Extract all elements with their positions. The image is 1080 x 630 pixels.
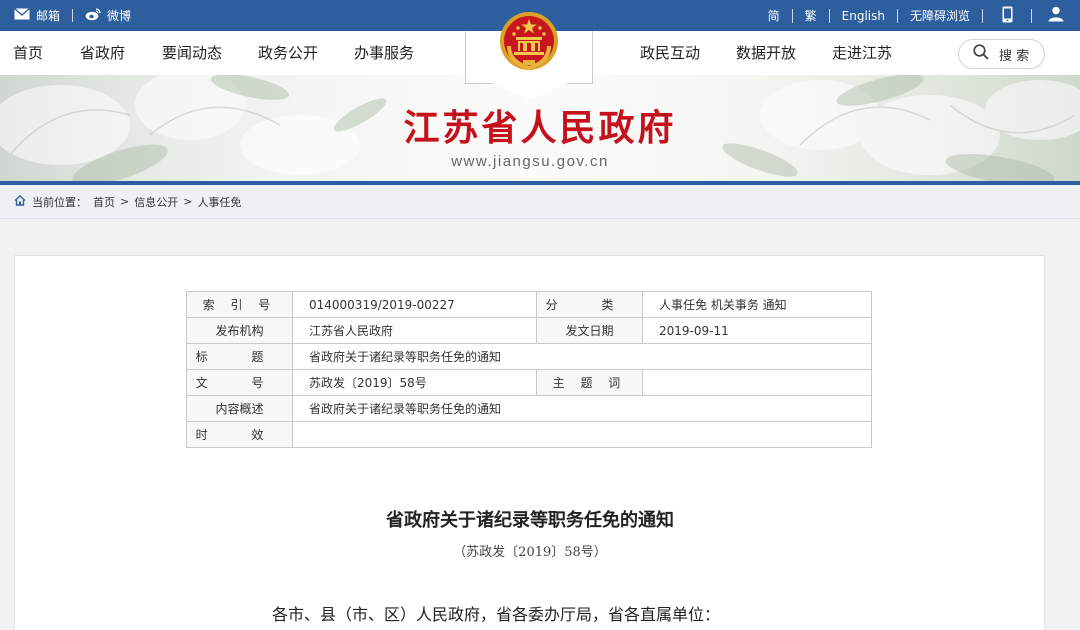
document-metadata-table: 索 引 号 014000319/2019-00227 分 类 人事任免 机关事务… <box>186 291 872 448</box>
weibo-icon <box>85 7 101 24</box>
nav-home[interactable]: 首页 <box>13 31 43 75</box>
breadcrumb-label: 当前位置： <box>32 195 87 209</box>
table-row: 内容概述 省政府关于诸纪录等职务任免的通知 <box>186 395 872 422</box>
category-label: 分 类 <box>536 291 643 318</box>
title-label: 标 题 <box>186 343 293 370</box>
divider <box>72 9 74 22</box>
search-button[interactable]: 搜 索 <box>958 39 1045 69</box>
table-row: 时 效 <box>186 421 872 448</box>
summary-label: 内容概述 <box>186 395 293 422</box>
national-emblem-logo[interactable] <box>497 10 561 74</box>
user-icon <box>1048 6 1064 25</box>
site-title: 江苏省人民政府 <box>403 107 677 149</box>
nav-government-affairs[interactable]: 政务公开 <box>258 31 318 75</box>
site-url: www.jiangsu.gov.cn <box>451 153 609 170</box>
weibo-label: 微博 <box>107 9 132 23</box>
mail-icon <box>14 7 30 23</box>
nav-interaction[interactable]: 政民互动 <box>640 31 700 75</box>
table-row: 发布机构 江苏省人民政府 发文日期 2019-09-11 <box>186 317 872 344</box>
breadcrumb-home[interactable]: 首页 <box>93 194 115 210</box>
simplified-chinese-link[interactable]: 简 <box>756 7 792 24</box>
topbar-right: 简 繁 English 无障碍浏览 <box>756 0 1080 31</box>
summary-value: 省政府关于诸纪录等职务任免的通知 <box>292 395 872 422</box>
validity-value <box>292 421 872 448</box>
document-title: 省政府关于诸纪录等职务任免的通知 <box>386 510 674 531</box>
document-number-value: 苏政发〔2019〕58号 <box>292 369 537 396</box>
publisher-label: 发布机构 <box>186 317 293 344</box>
breadcrumb-separator: > <box>183 195 193 208</box>
table-row: 索 引 号 014000319/2019-00227 分 类 人事任免 机关事务… <box>186 291 872 318</box>
user-login-button[interactable] <box>1032 0 1080 31</box>
mobile-version-button[interactable] <box>983 0 1031 31</box>
nav-news[interactable]: 要闻动态 <box>162 31 222 75</box>
title-value: 省政府关于诸纪录等职务任免的通知 <box>292 343 872 370</box>
index-label: 索 引 号 <box>186 291 293 318</box>
document-salutation: 各市、县（市、区）人民政府，省各委办厅局，省各直属单位： <box>272 605 721 624</box>
weibo-link[interactable]: 微博 <box>85 7 131 24</box>
mobile-phone-icon <box>1002 6 1013 26</box>
date-value: 2019-09-11 <box>642 317 872 344</box>
validity-label: 时 效 <box>186 421 293 448</box>
breadcrumb-info-disclosure[interactable]: 信息公开 <box>134 194 178 210</box>
date-label: 发文日期 <box>536 317 643 344</box>
category-value: 人事任免 机关事务 通知 <box>642 291 872 318</box>
breadcrumb-appointments[interactable]: 人事任免 <box>197 194 241 210</box>
traditional-chinese-link[interactable]: 繁 <box>793 7 829 24</box>
keywords-label: 主 题 词 <box>536 369 643 396</box>
accessibility-link[interactable]: 无障碍浏览 <box>898 7 982 24</box>
table-row: 标 题 省政府关于诸纪录等职务任免的通知 <box>186 343 872 370</box>
nav-services[interactable]: 办事服务 <box>354 31 414 75</box>
publisher-value: 江苏省人民政府 <box>292 317 537 344</box>
keywords-value <box>642 369 872 396</box>
nav-about-jiangsu[interactable]: 走进江苏 <box>832 31 892 75</box>
nav-open-data[interactable]: 数据开放 <box>736 31 796 75</box>
topbar-left: 邮箱 微博 <box>14 0 131 31</box>
breadcrumb: 当前位置： 首页 > 信息公开 > 人事任免 <box>0 185 1080 219</box>
home-location-icon <box>14 194 26 209</box>
document-number: （苏政发〔2019〕58号） <box>453 545 607 560</box>
mail-link[interactable]: 邮箱 <box>14 7 60 24</box>
breadcrumb-separator: > <box>120 195 130 208</box>
document-number-label: 文 号 <box>186 369 293 396</box>
search-icon <box>973 44 989 64</box>
mail-label: 邮箱 <box>36 9 61 23</box>
search-label: 搜 索 <box>999 48 1030 64</box>
index-value: 014000319/2019-00227 <box>292 291 537 318</box>
nav-provincial-government[interactable]: 省政府 <box>80 31 125 75</box>
english-link[interactable]: English <box>830 9 897 23</box>
table-row: 文 号 苏政发〔2019〕58号 主 题 词 <box>186 369 872 396</box>
